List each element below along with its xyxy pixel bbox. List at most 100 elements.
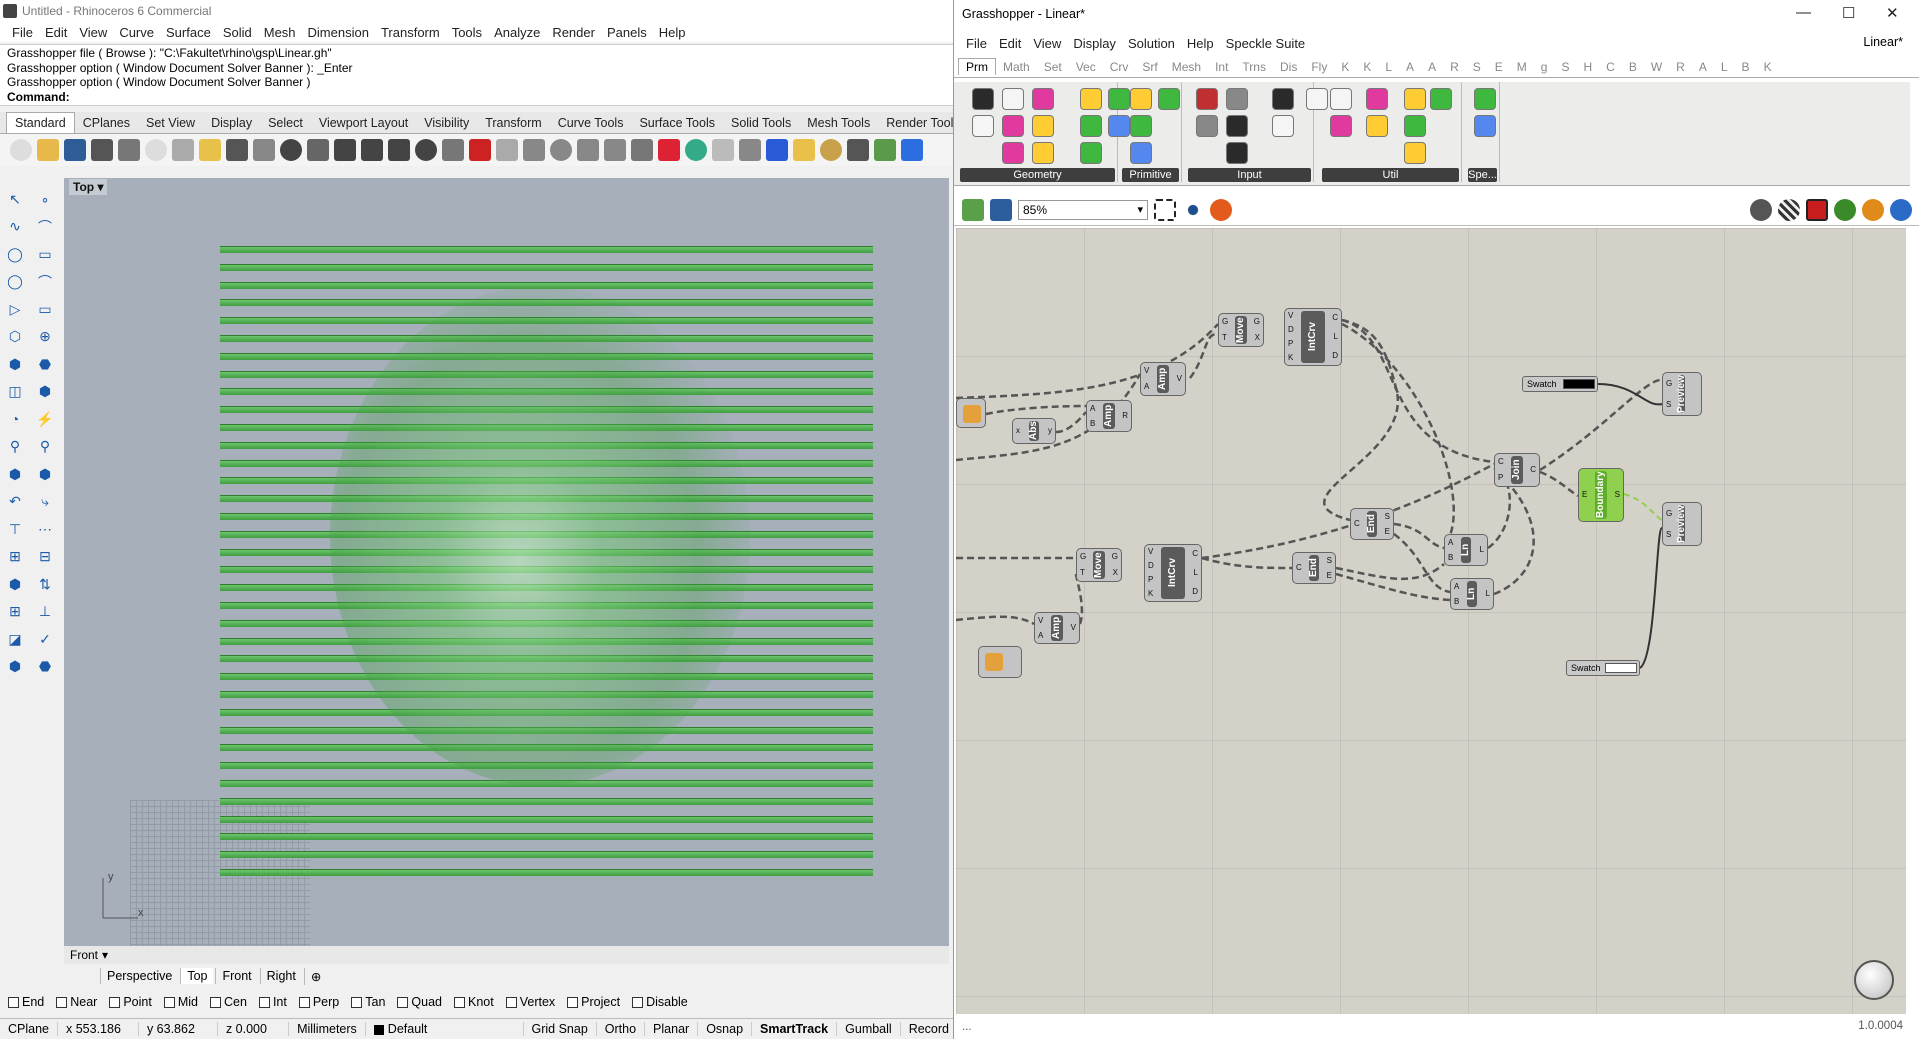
status-mode-grid-snap[interactable]: Grid Snap xyxy=(524,1022,597,1036)
port-label[interactable]: S xyxy=(1327,556,1332,565)
toolbar-tab-curve-tools[interactable]: Curve Tools xyxy=(550,113,632,133)
menu-item-transform[interactable]: Transform xyxy=(375,25,446,40)
component-icon[interactable] xyxy=(1366,88,1388,110)
port-label[interactable]: C xyxy=(1498,458,1504,466)
status-mode-gumball[interactable]: Gumball xyxy=(837,1022,901,1036)
component-icon[interactable] xyxy=(1404,88,1426,110)
osnap-checkbox[interactable] xyxy=(505,997,517,1009)
gh-tab-r[interactable]: R xyxy=(1669,59,1692,75)
gh-tab-int[interactable]: Int xyxy=(1208,59,1235,75)
port-label[interactable]: L xyxy=(1332,332,1338,341)
mirror-icon[interactable]: ⤷ xyxy=(34,491,56,513)
osnap-int[interactable]: Int xyxy=(258,995,287,1009)
menu-item-dimension[interactable]: Dimension xyxy=(302,25,375,40)
port-label[interactable]: S xyxy=(1666,530,1672,539)
component-icon[interactable] xyxy=(1002,88,1024,110)
gh-component-ln1[interactable]: Ln A B L xyxy=(1444,534,1488,566)
port-label[interactable]: X xyxy=(1112,569,1118,577)
gh-menu-file[interactable]: File xyxy=(960,36,993,51)
tools-icon[interactable] xyxy=(793,139,815,161)
gh-component-ln2[interactable]: Ln A B L xyxy=(1450,578,1494,610)
ribbon-group-label[interactable]: Spe... xyxy=(1468,168,1497,182)
port-label[interactable]: y xyxy=(1048,427,1052,435)
component-icon[interactable] xyxy=(1330,115,1352,137)
ribbon-group-label[interactable]: Primitive xyxy=(1122,168,1179,182)
light-icon[interactable] xyxy=(739,139,761,161)
port-label[interactable]: P xyxy=(1148,576,1154,584)
rotate-icon[interactable] xyxy=(415,139,437,161)
menu-item-help[interactable]: Help xyxy=(653,25,692,40)
component-icon[interactable] xyxy=(972,88,994,110)
top-viewport[interactable]: Top ▾ y x xyxy=(64,178,949,946)
port-label[interactable]: B xyxy=(1454,597,1459,606)
gh-component-abs[interactable]: Abs x y xyxy=(1012,418,1056,444)
polyline-icon[interactable]: ∿ xyxy=(4,216,26,238)
port-label[interactable]: D xyxy=(1192,587,1198,596)
save-file-icon[interactable] xyxy=(990,198,1012,221)
component-icon[interactable] xyxy=(1226,88,1248,110)
print-icon[interactable] xyxy=(91,139,113,161)
rectangle-icon[interactable]: ▭ xyxy=(34,243,56,265)
port-label[interactable]: x xyxy=(1016,427,1020,435)
toolbar-tab-cplanes[interactable]: CPlanes xyxy=(75,113,138,133)
gh-tab-mesh[interactable]: Mesh xyxy=(1165,59,1208,75)
view-tab-perspective[interactable]: Perspective xyxy=(100,968,178,984)
stripe-curve[interactable] xyxy=(220,869,873,876)
toolbar-tab-solid-tools[interactable]: Solid Tools xyxy=(723,113,799,133)
help-icon[interactable] xyxy=(874,139,896,161)
gh-component-join[interactable]: Join C P C xyxy=(1494,453,1540,487)
menu-item-solid[interactable]: Solid xyxy=(217,25,258,40)
port-label[interactable]: G xyxy=(1112,553,1118,561)
port-label[interactable]: B xyxy=(1090,419,1095,428)
gh-component-partial[interactable] xyxy=(978,646,1022,678)
view-tab-right[interactable]: Right xyxy=(259,968,302,984)
minimize-icon[interactable]: — xyxy=(1796,4,1811,21)
gh-component-intcrv2[interactable]: IntCrv V D P K C L D xyxy=(1144,544,1202,602)
camera-icon[interactable] xyxy=(496,139,518,161)
material-icon[interactable] xyxy=(604,139,626,161)
gh-component-preview1[interactable]: Preview G S xyxy=(1662,372,1702,416)
gh-tab-trns[interactable]: Trns xyxy=(1235,59,1273,75)
toolbar-tab-select[interactable]: Select xyxy=(260,113,311,133)
osnap-cen[interactable]: Cen xyxy=(210,995,247,1009)
menu-item-mesh[interactable]: Mesh xyxy=(258,25,302,40)
component-icon[interactable] xyxy=(1130,88,1152,110)
zoom-extents-icon[interactable] xyxy=(361,139,383,161)
rotate-icon[interactable]: ↶ xyxy=(4,491,26,513)
component-icon[interactable] xyxy=(1272,88,1294,110)
status-mode-record[interactable]: Record xyxy=(901,1022,958,1036)
stripe-curve[interactable] xyxy=(220,815,873,823)
port-label[interactable]: B xyxy=(1448,553,1453,562)
stripe-curve[interactable] xyxy=(220,833,873,841)
curve-icon[interactable]: ⌒ xyxy=(34,216,56,238)
port-label[interactable]: A xyxy=(1454,582,1459,591)
selected-preview-icon[interactable] xyxy=(1834,198,1856,221)
layer-field[interactable]: Default xyxy=(366,1022,524,1036)
front-view-label[interactable]: Front xyxy=(70,948,98,962)
osnap-vertex[interactable]: Vertex xyxy=(505,995,555,1009)
add-view-icon[interactable]: ⊕ xyxy=(303,967,327,985)
osnap-disable[interactable]: Disable xyxy=(632,995,688,1009)
port-label[interactable]: A xyxy=(1090,404,1095,413)
port-label[interactable]: E xyxy=(1582,491,1587,499)
save-file-icon[interactable] xyxy=(64,139,86,161)
gh-component-amp2[interactable]: Amp V A V xyxy=(1034,612,1080,644)
cplane-icon[interactable] xyxy=(523,139,545,161)
boolean-icon[interactable]: ⊕ xyxy=(34,326,56,348)
osnap-checkbox[interactable] xyxy=(397,997,409,1009)
gh-tab-a[interactable]: A xyxy=(1692,59,1714,75)
gh-tab-k[interactable]: K xyxy=(1334,59,1356,75)
port-label[interactable]: E xyxy=(1327,571,1332,580)
view-tab-front[interactable]: Front xyxy=(215,968,257,984)
port-label[interactable]: C xyxy=(1354,520,1360,528)
layer-icon[interactable] xyxy=(550,139,572,161)
status-mode-osnap[interactable]: Osnap xyxy=(698,1022,753,1036)
gh-component-end1[interactable]: End C S E xyxy=(1350,508,1394,540)
gh-tab-b[interactable]: B xyxy=(1622,59,1644,75)
toolbar-tab-surface-tools[interactable]: Surface Tools xyxy=(631,113,723,133)
preview-mode-icon[interactable] xyxy=(1750,198,1772,221)
sketch-pen-icon[interactable] xyxy=(1210,198,1232,221)
text-icon[interactable]: ⊤ xyxy=(4,518,26,540)
port-label[interactable]: R xyxy=(1122,412,1128,420)
menu-item-curve[interactable]: Curve xyxy=(113,25,160,40)
